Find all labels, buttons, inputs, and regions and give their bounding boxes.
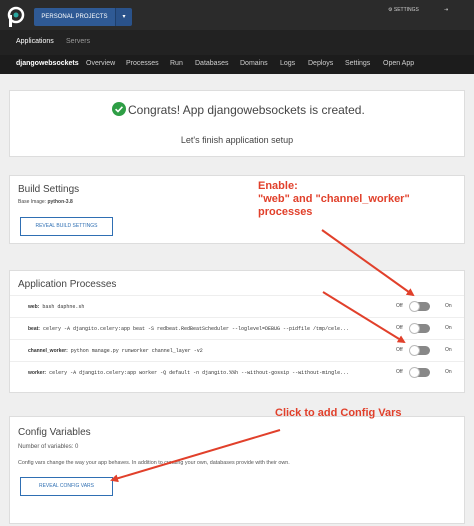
process-command: beat: celery -A djangito.celery:app beat… xyxy=(28,326,384,332)
annotation-line: processes xyxy=(258,206,313,218)
tab-servers[interactable]: Servers xyxy=(66,38,90,45)
settings-link[interactable]: ⚙ SETTINGS xyxy=(388,7,419,13)
app-nav: djangowebsockets Overview Processes Run … xyxy=(0,55,474,74)
process-command-text: celery -A djangito.celery:app worker -Q … xyxy=(49,370,350,376)
logout-icon[interactable]: ⇥ xyxy=(444,7,448,13)
app-nav-databases[interactable]: Databases xyxy=(195,60,228,67)
toggle-knob xyxy=(409,323,420,334)
process-toggle-beat[interactable]: Off On xyxy=(396,323,466,335)
annotation-line: Enable: xyxy=(258,180,298,192)
process-row-beat: beat: celery -A djangito.celery:app beat… xyxy=(10,317,464,339)
process-row-web: web: bash daphne.sh Off On xyxy=(10,295,464,317)
base-image-value: python-3.8 xyxy=(47,199,73,205)
toggle-switch[interactable] xyxy=(409,345,430,356)
toggle-switch[interactable] xyxy=(409,367,430,378)
congrats-card: Congrats! App djangowebsockets is create… xyxy=(9,90,465,157)
chevron-down-icon[interactable]: ▾ xyxy=(115,8,132,26)
build-settings-title: Build Settings xyxy=(18,184,80,195)
tab-applications[interactable]: Applications xyxy=(16,38,54,45)
toggle-knob xyxy=(409,345,420,356)
toggle-switch[interactable] xyxy=(409,301,430,312)
config-variables-card: Config Variables Number of variables: 0 … xyxy=(9,416,465,524)
process-command: worker: celery -A djangito.celery:app wo… xyxy=(28,370,384,376)
toggle-on-label: On xyxy=(445,325,452,331)
process-toggle-worker[interactable]: Off On xyxy=(396,367,466,379)
top-nav: Applications Servers xyxy=(0,30,474,55)
process-command-text: python manage.py runworker channel_layer… xyxy=(70,348,203,354)
app-nav-app-name[interactable]: djangowebsockets xyxy=(16,60,79,67)
main-content: Congrats! App djangowebsockets is create… xyxy=(0,74,474,526)
process-name: channel_worker: xyxy=(28,348,68,354)
toggle-switch[interactable] xyxy=(409,323,430,334)
congrats-title: Congrats! App djangowebsockets is create… xyxy=(102,103,365,117)
toggle-on-label: On xyxy=(445,369,452,375)
application-processes-title: Application Processes xyxy=(18,279,117,290)
toggle-off-label: Off xyxy=(396,369,403,375)
app-nav-open-app[interactable]: Open App xyxy=(383,60,414,67)
app-nav-logs[interactable]: Logs xyxy=(280,60,295,67)
process-name: web: xyxy=(28,304,40,310)
toggle-off-label: Off xyxy=(396,347,403,353)
process-command-text: bash daphne.sh xyxy=(42,304,85,310)
top-bar: PERSONAL PROJECTS ▾ ⚙ SETTINGS ⇥ xyxy=(0,0,474,30)
personal-projects-button[interactable]: PERSONAL PROJECTS xyxy=(34,8,115,26)
toggle-on-label: On xyxy=(445,303,452,309)
annotation-line: "web" and "channel_worker" xyxy=(258,193,410,205)
reveal-build-settings-button[interactable]: REVEAL BUILD SETTINGS xyxy=(20,217,113,236)
process-name: beat: xyxy=(28,326,40,332)
toggle-knob xyxy=(409,301,420,312)
config-variables-title: Config Variables xyxy=(18,427,91,438)
app-nav-run[interactable]: Run xyxy=(170,60,183,67)
app-logo-icon[interactable] xyxy=(6,6,26,28)
base-image-row: Base Image: python-3.8 xyxy=(18,199,73,205)
annotation-config-vars: Click to add Config Vars xyxy=(275,407,402,419)
reveal-config-vars-button[interactable]: REVEAL CONFIG VARS xyxy=(20,477,113,496)
application-processes-card: Application Processes web: bash daphne.s… xyxy=(9,270,465,393)
base-image-label: Base Image: xyxy=(18,199,47,205)
toggle-off-label: Off xyxy=(396,325,403,331)
process-command: web: bash daphne.sh xyxy=(28,304,384,310)
app-nav-processes[interactable]: Processes xyxy=(126,60,159,67)
process-row-channel-worker: channel_worker: python manage.py runwork… xyxy=(10,339,464,361)
app-nav-domains[interactable]: Domains xyxy=(240,60,268,67)
annotation-enable-processes: Enable: "web" and "channel_worker" proce… xyxy=(258,180,410,219)
congrats-title-text: Congrats! App djangowebsockets is create… xyxy=(128,103,365,117)
process-row-worker: worker: celery -A djangito.celery:app wo… xyxy=(10,361,464,383)
config-variables-count: Number of variables: 0 xyxy=(18,444,79,450)
process-name: worker: xyxy=(28,370,47,376)
app-nav-settings[interactable]: Settings xyxy=(345,60,370,67)
process-command: channel_worker: python manage.py runwork… xyxy=(28,348,384,354)
process-toggle-channel-worker[interactable]: Off On xyxy=(396,345,466,357)
app-nav-deploys[interactable]: Deploys xyxy=(308,60,333,67)
app-nav-overview[interactable]: Overview xyxy=(86,60,115,67)
toggle-knob xyxy=(409,367,420,378)
process-command-text: celery -A djangito.celery:app beat -S re… xyxy=(42,326,350,332)
toggle-off-label: Off xyxy=(396,303,403,309)
config-variables-description: Config vars change the way your app beha… xyxy=(18,460,290,466)
process-toggle-web[interactable]: Off On xyxy=(396,301,466,313)
congrats-subtitle: Let's finish application setup xyxy=(180,135,294,145)
toggle-on-label: On xyxy=(445,347,452,353)
